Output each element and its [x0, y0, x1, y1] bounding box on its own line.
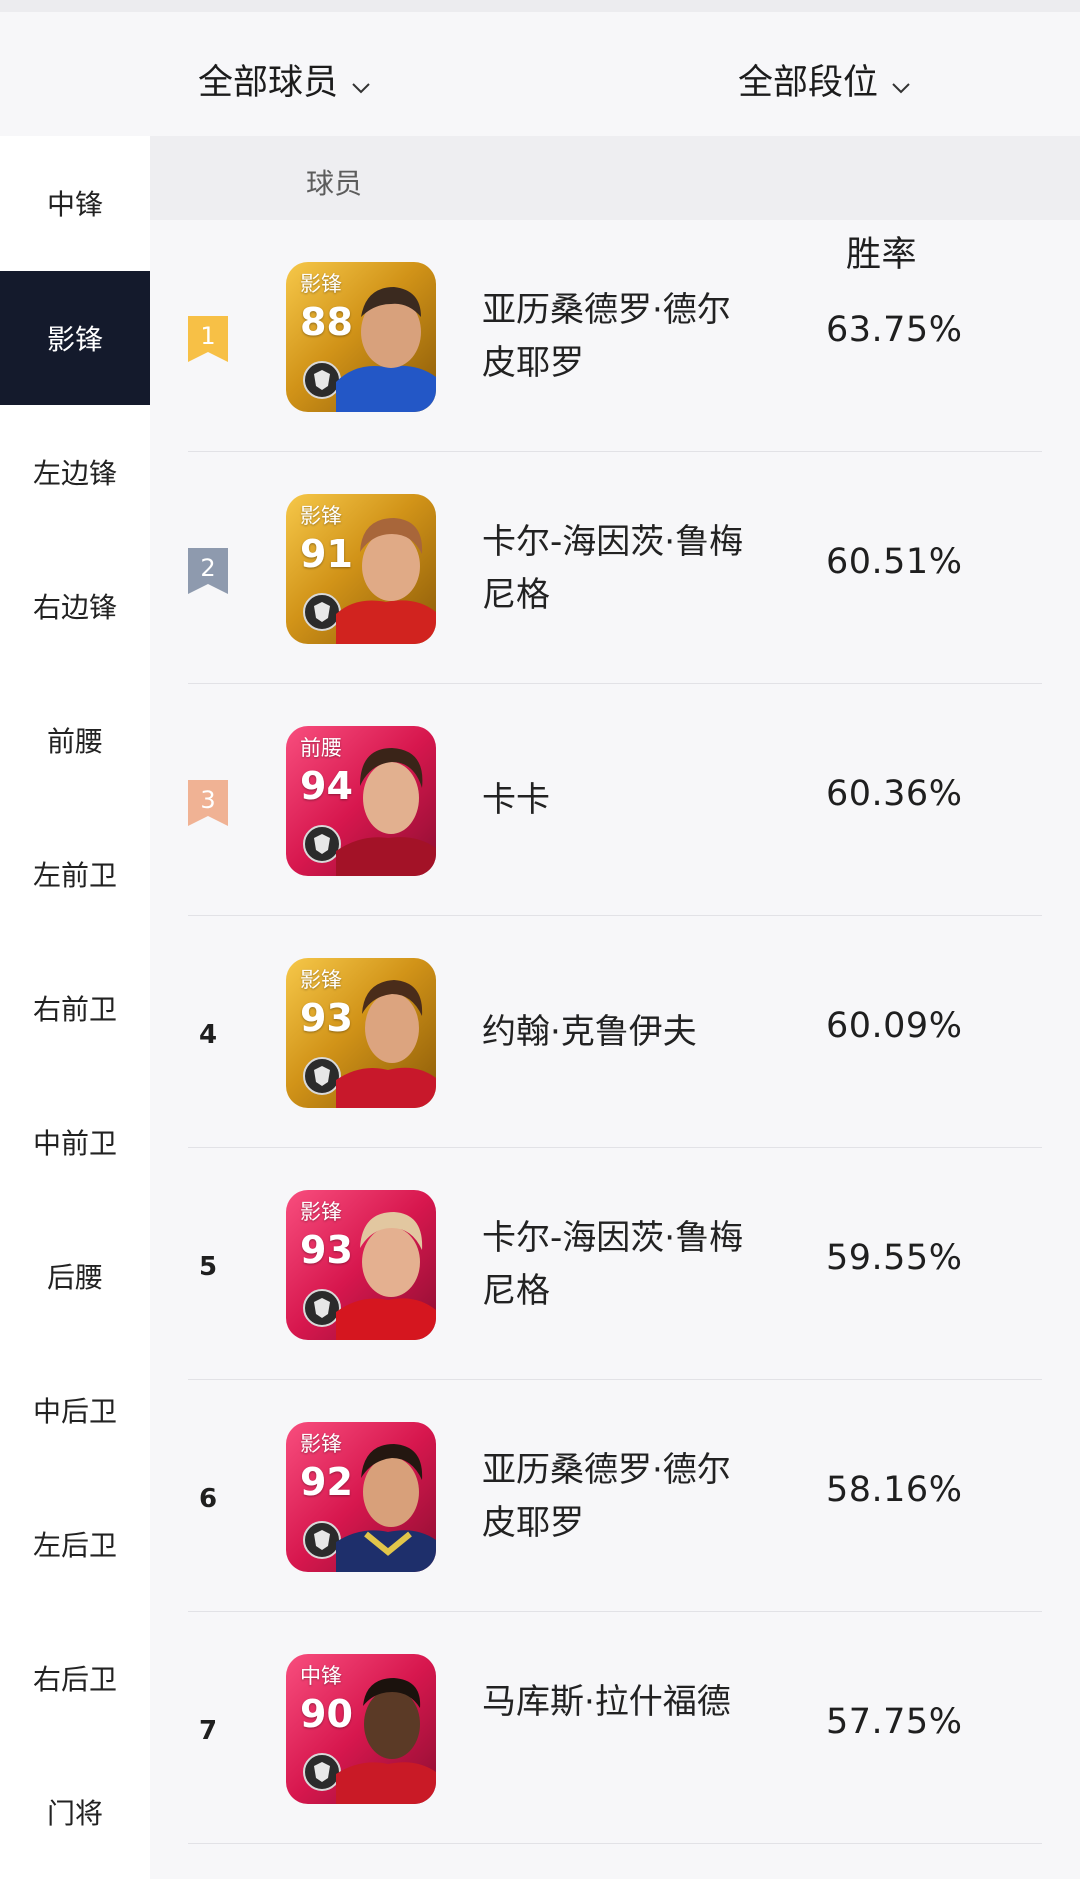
winrate-value: 60.09% [826, 1006, 963, 1046]
winrate-value: 60.51% [826, 542, 963, 582]
row-divider [188, 1843, 1042, 1844]
player-card[interactable]: 中锋 90 [286, 1654, 436, 1804]
position-sidebar: 中锋 影锋 左边锋 右边锋 前腰 左前卫 右前卫 中前卫 后腰 中后卫 左后卫 … [0, 136, 150, 1879]
player-name: 约翰·克鲁伊夫 [482, 1012, 697, 1052]
player-name: 马库斯·拉什福德 [482, 1682, 731, 1722]
all-players-dropdown[interactable]: 全部球员 [198, 54, 372, 104]
rank-badge-bronze: 3 [188, 780, 228, 826]
filter-bar: 全部球员 全部段位 [0, 12, 1080, 136]
player-name: 亚历桑德罗·德尔皮耶罗 [482, 290, 731, 383]
player-card[interactable]: 影锋 92 [286, 1422, 436, 1572]
player-card[interactable]: 影锋 91 [286, 494, 436, 644]
winrate-value: 59.55% [826, 1238, 963, 1278]
sidebar-item-label: 左后卫 [32, 1529, 117, 1562]
sidebar-item-label: 中锋 [46, 188, 103, 221]
sidebar-item-cb[interactable]: 中后卫 [0, 1343, 150, 1477]
sidebar-item-amf[interactable]: 前腰 [0, 673, 150, 807]
player-name: 卡尔-海因茨·鲁梅尼格 [482, 522, 744, 615]
sidebar-item-label: 左前卫 [32, 859, 117, 892]
top-strip [0, 0, 1080, 12]
sidebar-item-gk[interactable]: 门将 [0, 1745, 150, 1879]
table-row[interactable]: 7 中锋 90 马库斯·拉什福德 57.75% [150, 1612, 1080, 1844]
winrate-value: 58.16% [826, 1470, 963, 1510]
all-players-label: 全部球员 [198, 62, 339, 103]
sidebar-item-rmf[interactable]: 右前卫 [0, 941, 150, 1075]
sidebar-item-label: 影锋 [46, 323, 103, 356]
winrate-value: 63.75% [826, 310, 963, 350]
all-ranks-dropdown[interactable]: 全部段位 [738, 54, 912, 104]
sidebar-item-lwf[interactable]: 左边锋 [0, 405, 150, 539]
table-row[interactable]: 5 影锋 93 卡尔-海因茨·鲁梅尼格 59.55% [150, 1148, 1080, 1380]
chevron-down-icon [350, 68, 372, 94]
rank-badge-silver: 2 [188, 548, 228, 594]
sidebar-item-lmf[interactable]: 左前卫 [0, 807, 150, 941]
player-portrait [336, 1444, 436, 1572]
chevron-down-icon [890, 68, 912, 94]
rank-number: 5 [198, 1252, 218, 1282]
sidebar-item-ss[interactable]: 影锋 [0, 271, 150, 405]
table-row[interactable]: 3 前腰 94 卡卡 60.36% [150, 684, 1080, 916]
player-portrait [336, 1678, 436, 1804]
sidebar-item-cf[interactable]: 中锋 [0, 136, 150, 270]
sidebar-item-label: 门将 [46, 1797, 103, 1830]
player-card[interactable]: 影锋 93 [286, 958, 436, 1108]
table-header: 球员 胜率 [150, 136, 1080, 275]
winrate-value: 60.36% [826, 774, 963, 814]
sidebar-item-label: 中前卫 [32, 1127, 117, 1160]
rank-number: 2 [200, 554, 216, 582]
table-row[interactable]: 2 影锋 91 卡尔-海因茨·鲁梅尼格 60.51% [150, 452, 1080, 684]
player-portrait [336, 518, 436, 644]
player-name: 卡卡 [482, 780, 550, 820]
sidebar-item-label: 右前卫 [32, 993, 117, 1026]
column-header-player: 球员 [306, 167, 363, 200]
sidebar-item-label: 右后卫 [32, 1663, 117, 1696]
sidebar-item-rb[interactable]: 右后卫 [0, 1611, 150, 1745]
table-row[interactable]: 1 影锋 88 亚历桑德罗·德尔皮耶罗 63.75% [150, 220, 1080, 452]
sidebar-item-label: 前腰 [46, 725, 103, 758]
player-name: 亚历桑德罗·德尔皮耶罗 [482, 1450, 731, 1543]
table-row[interactable]: 6 影锋 92 亚历桑德罗·德尔皮耶罗 58.16% [150, 1380, 1080, 1612]
all-ranks-label: 全部段位 [738, 62, 879, 103]
player-portrait [336, 287, 436, 412]
player-portrait [336, 980, 436, 1108]
player-name: 卡尔-海因茨·鲁梅尼格 [482, 1218, 744, 1311]
sidebar-item-rwf[interactable]: 右边锋 [0, 539, 150, 673]
player-card[interactable]: 影锋 93 [286, 1190, 436, 1340]
rank-number: 4 [198, 1020, 218, 1050]
sidebar-item-label: 右边锋 [32, 591, 117, 624]
winrate-value: 57.75% [826, 1702, 963, 1742]
player-card[interactable]: 影锋 88 [286, 262, 436, 412]
player-portrait [336, 748, 436, 876]
table-row[interactable]: 4 影锋 93 约翰·克鲁伊夫 60.09% [150, 916, 1080, 1148]
sidebar-item-dmf[interactable]: 后腰 [0, 1209, 150, 1343]
rank-number: 1 [200, 322, 216, 350]
player-card[interactable]: 前腰 94 [286, 726, 436, 876]
rank-number: 6 [198, 1484, 218, 1514]
sidebar-item-lb[interactable]: 左后卫 [0, 1477, 150, 1611]
rank-number: 3 [200, 786, 216, 814]
rank-badge-gold: 1 [188, 316, 228, 362]
rank-number: 7 [198, 1716, 218, 1746]
sidebar-item-cmf[interactable]: 中前卫 [0, 1075, 150, 1209]
sidebar-item-label: 后腰 [46, 1261, 103, 1294]
sidebar-item-label: 中后卫 [32, 1395, 117, 1428]
player-portrait [336, 1212, 436, 1340]
sidebar-item-label: 左边锋 [32, 457, 117, 490]
